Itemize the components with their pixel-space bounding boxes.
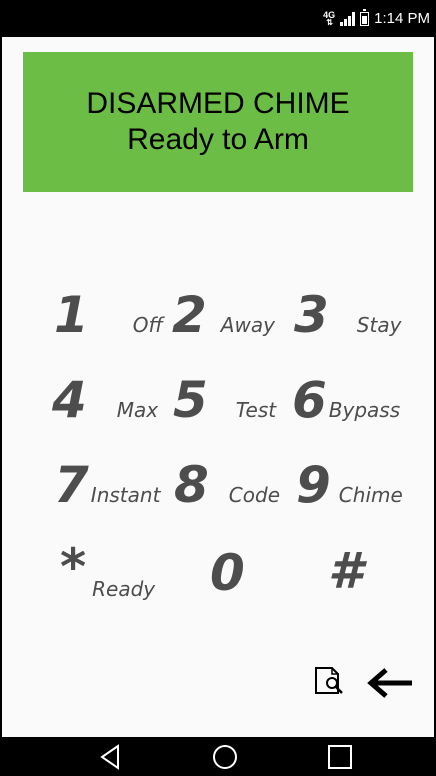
nav-home-icon[interactable] bbox=[210, 743, 240, 771]
key-label: Max bbox=[116, 398, 159, 422]
key-7-instant[interactable]: 7 Instant bbox=[54, 460, 160, 510]
key-1-off[interactable]: 1 Off bbox=[54, 290, 163, 340]
key-5-test[interactable]: 5 Test bbox=[173, 375, 276, 425]
key-digit: 2 bbox=[172, 286, 207, 344]
key-digit: 1 bbox=[54, 286, 89, 344]
key-digit: 7 bbox=[54, 456, 89, 514]
status-bar: 4G ⇅ 1:14 PM bbox=[0, 0, 436, 37]
arm-status-banner: DISARMED CHIME Ready to Arm bbox=[23, 52, 413, 192]
key-9-chime[interactable]: 9 Chime bbox=[296, 460, 403, 510]
key-digit: * bbox=[60, 538, 87, 596]
key-digit: 0 bbox=[210, 544, 245, 602]
key-digit: 3 bbox=[294, 286, 329, 344]
key-label: Instant bbox=[90, 483, 161, 507]
navigation-bar bbox=[0, 737, 436, 776]
arm-status-subtitle: Ready to Arm bbox=[127, 123, 309, 156]
key-label: Stay bbox=[356, 313, 402, 337]
key-digit: 8 bbox=[174, 456, 209, 514]
key-4-max[interactable]: 4 Max bbox=[52, 375, 158, 425]
key-digit: 6 bbox=[292, 371, 327, 429]
key-6-bypass[interactable]: 6 Bypass bbox=[292, 375, 400, 425]
arm-status-title: DISARMED CHIME bbox=[86, 87, 350, 120]
nav-back-icon[interactable] bbox=[96, 743, 126, 771]
key-label: Bypass bbox=[328, 398, 401, 422]
key-digit: # bbox=[328, 542, 363, 600]
key-label: Chime bbox=[338, 483, 403, 507]
status-icons: 4G ⇅ 1:14 PM bbox=[323, 0, 430, 37]
key-star-ready[interactable]: * Ready bbox=[60, 538, 155, 601]
status-clock: 1:14 PM bbox=[374, 10, 430, 27]
key-label: Off bbox=[132, 313, 163, 337]
key-label: Code bbox=[228, 483, 280, 507]
key-digit: 9 bbox=[296, 456, 331, 514]
key-hash[interactable]: # bbox=[328, 546, 363, 596]
key-label: Ready bbox=[92, 577, 156, 601]
key-label: Away bbox=[220, 313, 275, 337]
key-label: Test bbox=[235, 398, 277, 422]
data-arrows-icon: 4G ⇅ bbox=[323, 9, 336, 27]
screen-edge-left bbox=[0, 37, 2, 737]
key-3-stay[interactable]: 3 Stay bbox=[294, 290, 401, 340]
nav-recents-icon[interactable] bbox=[325, 743, 355, 771]
signal-icon bbox=[340, 11, 356, 26]
key-8-code[interactable]: 8 Code bbox=[174, 460, 280, 510]
key-digit: 4 bbox=[52, 371, 87, 429]
key-0[interactable]: 0 bbox=[210, 548, 245, 598]
battery-icon bbox=[360, 8, 370, 26]
key-2-away[interactable]: 2 Away bbox=[172, 290, 275, 340]
back-arrow-icon[interactable] bbox=[366, 667, 416, 699]
history-icon[interactable] bbox=[314, 666, 346, 696]
key-digit: 5 bbox=[173, 371, 208, 429]
